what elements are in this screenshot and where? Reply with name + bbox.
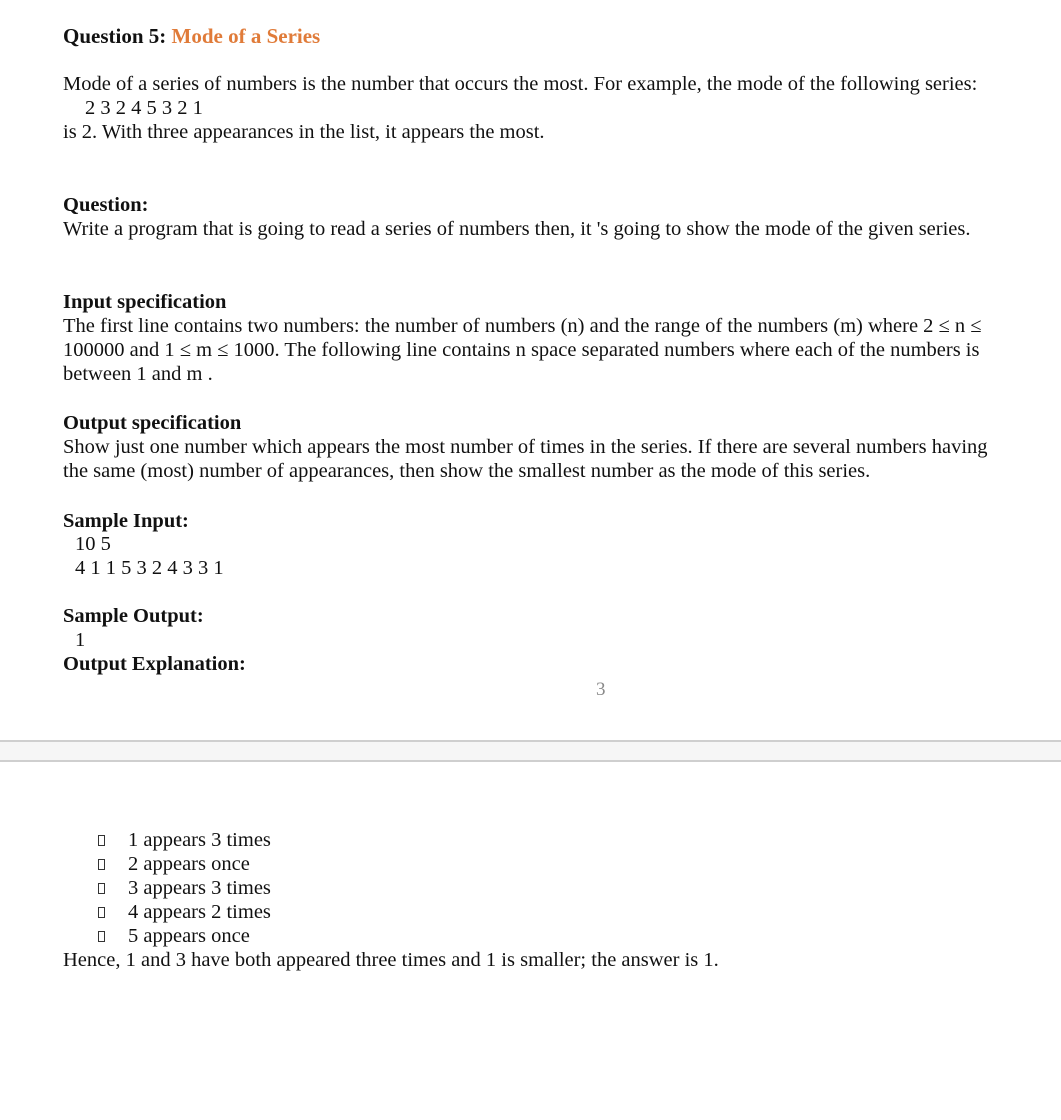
list-item: 5 appears once <box>63 924 998 948</box>
sample-input-line: 10 5 <box>75 533 111 555</box>
list-item-text: 3 appears 3 times <box>128 877 271 899</box>
sample-input-section: Sample Input: 10 5 4 1 1 5 3 2 4 3 3 1 <box>63 509 998 581</box>
sample-output-section: Sample Output: 1 Output Explanation: <box>63 604 998 676</box>
list-item: 2 appears once <box>63 852 998 876</box>
bullet-icon <box>98 906 105 918</box>
bullet-icon <box>98 858 105 870</box>
list-item-text: 2 appears once <box>128 853 250 875</box>
input-spec-text: The first line contains two numbers: the… <box>63 315 982 385</box>
sample-output-value: 1 <box>75 629 86 651</box>
list-item: 3 appears 3 times <box>63 876 998 900</box>
list-item-text: 1 appears 3 times <box>128 829 271 851</box>
intro-conclusion: is 2. With three appearances in the list… <box>63 121 545 143</box>
question-section: Question: Write a program that is going … <box>63 193 998 241</box>
intro-text: Mode of a series of numbers is the numbe… <box>63 73 978 95</box>
sample-output-heading: Sample Output: <box>63 605 204 627</box>
bullet-icon <box>98 882 105 894</box>
explanation-section: 1 appears 3 times 2 appears once 3 appea… <box>63 828 998 972</box>
question-text: Write a program that is going to read a … <box>63 218 971 240</box>
page-title: Question 5: Mode of a Series <box>63 24 320 49</box>
output-spec-heading: Output specification <box>63 412 242 434</box>
output-spec-text: Show just one number which appears the m… <box>63 436 988 482</box>
title-name: Mode of a Series <box>171 24 321 48</box>
example-series: 2 3 2 4 5 3 2 1 <box>85 97 203 119</box>
page-break-divider <box>0 740 1061 762</box>
explanation-list: 1 appears 3 times 2 appears once 3 appea… <box>63 828 998 948</box>
list-item: 4 appears 2 times <box>63 900 998 924</box>
list-item: 1 appears 3 times <box>63 828 998 852</box>
explanation-heading: Output Explanation: <box>63 653 246 675</box>
question-heading: Question: <box>63 194 149 216</box>
input-spec-section: Input specification The first line conta… <box>63 290 998 386</box>
intro-section: Mode of a series of numbers is the numbe… <box>63 72 998 144</box>
bullet-icon <box>98 930 105 942</box>
bullet-icon <box>98 834 105 846</box>
list-item-text: 4 appears 2 times <box>128 901 271 923</box>
page-number: 3 <box>596 679 606 700</box>
explanation-conclusion: Hence, 1 and 3 have both appeared three … <box>63 949 719 971</box>
sample-input-heading: Sample Input: <box>63 510 189 532</box>
title-prefix: Question 5: <box>63 24 167 48</box>
input-spec-heading: Input specification <box>63 291 227 313</box>
list-item-text: 5 appears once <box>128 925 250 947</box>
sample-input-line: 4 1 1 5 3 2 4 3 3 1 <box>75 557 224 579</box>
output-spec-section: Output specification Show just one numbe… <box>63 411 998 483</box>
